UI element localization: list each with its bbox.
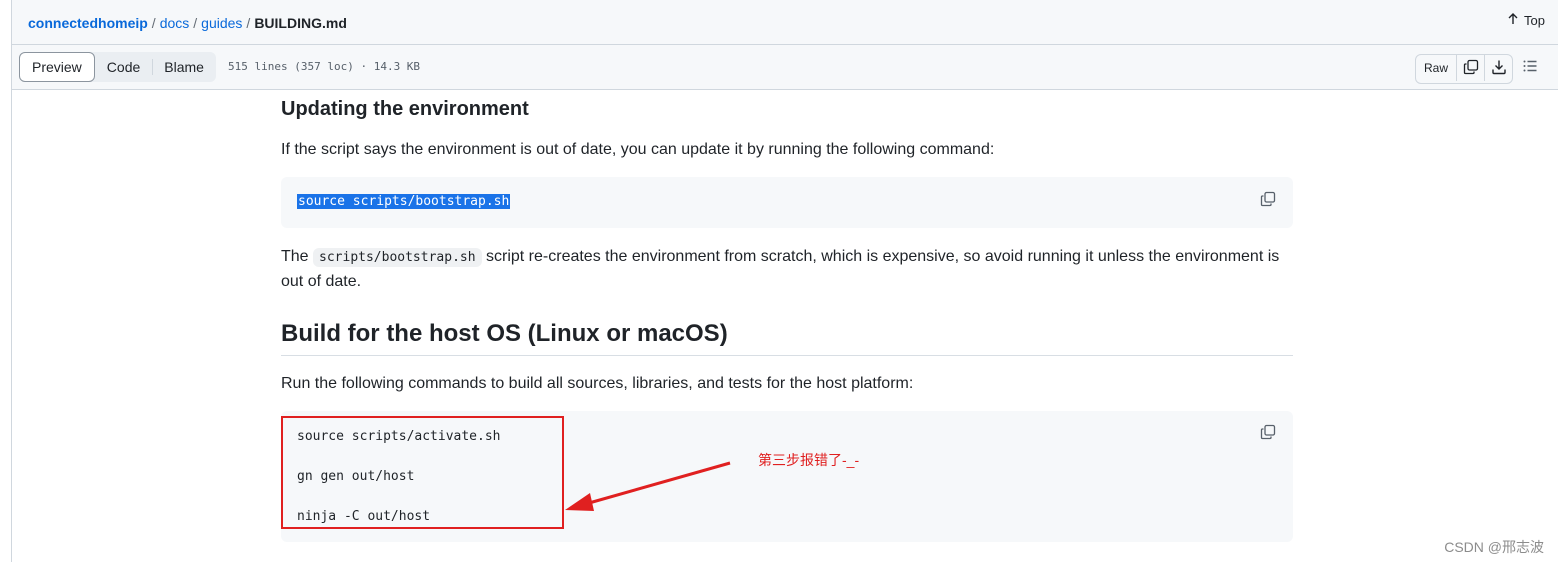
paragraph-text: The — [281, 248, 314, 265]
raw-button[interactable]: Raw — [1416, 55, 1457, 81]
copy-code-button[interactable] — [1260, 424, 1278, 442]
annotation-arrow — [565, 461, 731, 511]
copy-raw-button[interactable] — [1457, 55, 1485, 81]
file-view: connectedhomeip / docs / guides / BUILDING.md … — [11, 0, 1558, 562]
bootstrap-paragraph: The scripts/bootstrap.sh script re-creat… — [281, 245, 1293, 294]
breadcrumb-separator: / — [193, 15, 198, 31]
breadcrumb: connectedhomeip / docs / guides / BUILDING.md — [28, 14, 347, 32]
breadcrumb-separator: / — [151, 15, 156, 31]
download-button[interactable] — [1485, 55, 1512, 81]
file-actions: Raw — [1415, 54, 1513, 84]
view-mode-switch: Preview Code Blame — [19, 52, 216, 82]
breadcrumb-repo-link[interactable]: connectedhomeip — [28, 15, 148, 31]
annotation-highlight-box — [281, 416, 564, 529]
heading-build-host: Build for the host OS (Linux or macOS) — [281, 320, 1293, 356]
back-to-top-label: Top — [1524, 13, 1545, 28]
code-block-bootstrap: source scripts/bootstrap.sh — [281, 177, 1293, 228]
list-unordered-icon — [1522, 58, 1538, 79]
outline-button[interactable] — [1521, 59, 1539, 77]
file-toolbar: Preview Code Blame 515 lines (357 loc) ·… — [12, 45, 1558, 90]
code-line: source scripts/bootstrap.sh — [297, 194, 511, 209]
copy-icon — [1260, 191, 1276, 211]
breadcrumb-guides-link[interactable]: guides — [201, 15, 242, 31]
inline-code: scripts/bootstrap.sh — [313, 248, 482, 267]
breadcrumb-bar: connectedhomeip / docs / guides / BUILDING.md … — [12, 0, 1558, 45]
build-paragraph: Run the following commands to build all … — [281, 375, 914, 392]
tab-blame[interactable]: Blame — [152, 52, 216, 82]
download-icon — [1491, 59, 1507, 78]
tab-preview[interactable]: Preview — [19, 52, 95, 82]
paragraph-text: script re-creates the environment from s… — [481, 248, 1280, 265]
file-info: 515 lines (357 loc) · 14.3 KB — [228, 60, 421, 73]
update-paragraph: If the script says the environment is ou… — [281, 141, 995, 158]
copy-icon — [1463, 59, 1479, 78]
copy-code-button[interactable] — [1260, 191, 1278, 209]
breadcrumb-docs-link[interactable]: docs — [160, 15, 190, 31]
arrow-up-icon — [1507, 13, 1519, 28]
heading-updating-environment: Updating the environment — [281, 98, 529, 120]
back-to-top-button[interactable]: Top — [1507, 13, 1545, 28]
watermark: CSDN @邢志波 — [1444, 539, 1544, 555]
breadcrumb-current-file: BUILDING.md — [254, 15, 347, 31]
annotation-note: 第三步报错了-_- — [758, 452, 860, 468]
breadcrumb-separator: / — [246, 15, 251, 31]
paragraph-text: out of date. — [281, 273, 362, 290]
tab-code[interactable]: Code — [95, 52, 152, 82]
copy-icon — [1260, 424, 1276, 444]
